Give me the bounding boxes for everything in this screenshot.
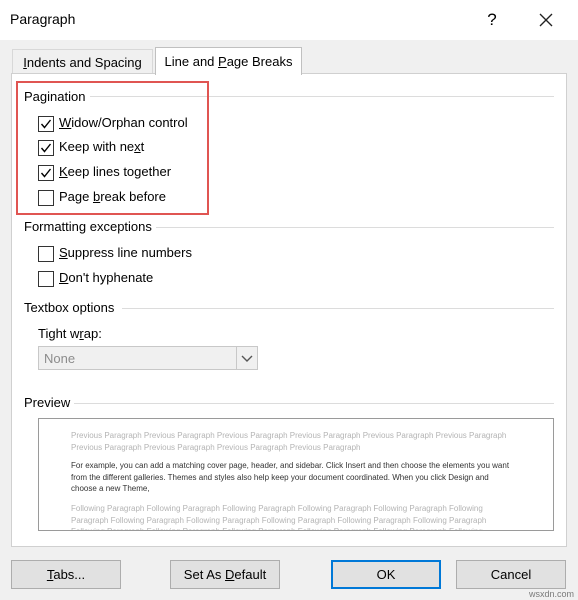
formatting-rule [156,227,554,228]
window-title: Paragraph [10,11,76,27]
label-part: ap: [83,326,102,341]
label-part: t [140,139,145,154]
checkbox-box [38,116,54,132]
checkmark-icon [40,168,52,178]
tab-line-accel: P [218,54,227,69]
checkbox-box [38,190,54,206]
checkbox-box [38,246,54,262]
button-label: abs... [53,567,86,582]
label-part: Keep with ne [59,139,135,154]
checkmark-icon [40,119,52,129]
formatting-exceptions-heading: Formatting exceptions [24,219,156,234]
label-part: on't hyphenate [68,270,154,285]
tabs-button[interactable]: Tabs... [11,560,121,589]
preview-rule [74,403,554,404]
help-button[interactable]: ? [478,6,506,34]
ok-button[interactable]: OK [331,560,441,589]
preview-sample-text: For example, you can add a matching cove… [71,461,510,493]
tab-line-label-a: Line and [164,54,219,69]
tab-line-and-page-breaks[interactable]: Line and Page Breaks [155,47,302,75]
preview-previous-paragraph: Previous Paragraph Previous Paragraph Pr… [71,431,507,452]
tight-wrap-value: None [44,351,76,366]
checkbox-label: Page break before [59,189,166,204]
checkbox-box [38,271,54,287]
label-part: idow/Orphan control [71,115,188,130]
tab-indents-and-spacing[interactable]: Indents and Spacing [12,49,153,74]
checkmark-icon [40,143,52,153]
button-label: efault [234,567,267,582]
label-part: uppress line numbers [67,245,192,260]
button-label: Set As [183,567,225,582]
textbox-options-heading: Textbox options [24,300,119,315]
preview-following-paragraph: Following Paragraph Following Paragraph … [71,504,487,530]
label-part: Tight w [38,326,80,341]
set-as-default-button[interactable]: Set As Default [170,560,280,589]
checkbox-label: Don't hyphenate [59,270,153,285]
label-accel: W [59,115,72,130]
checkbox-label: Keep lines together [59,164,171,179]
dropdown-button[interactable] [236,347,257,369]
checkbox-box [38,140,54,156]
label-accel: S [59,245,68,260]
checkbox-label: Suppress line numbers [59,245,192,260]
watermark: wsxdn.com [529,589,575,599]
button-accel: D [225,567,235,582]
label-accel: K [59,164,68,179]
close-icon [539,13,553,27]
tight-wrap-label: Tight wrap: [38,326,106,341]
label-part: Page [59,189,93,204]
cancel-button[interactable]: Cancel [456,560,566,589]
checkbox-label: Widow/Orphan control [59,115,188,130]
textbox-rule [122,308,554,309]
preview-box: Previous Paragraph Previous Paragraph Pr… [38,418,554,531]
tab-indents-label: ndents and Spacing [26,55,142,70]
checkbox-label: Keep with next [59,139,144,154]
label-part: eep lines together [67,164,172,179]
title-bar: Paragraph ? [0,0,578,40]
checkbox-box [38,165,54,181]
close-button[interactable] [532,6,560,34]
tight-wrap-dropdown[interactable]: None [38,346,258,370]
preview-heading: Preview [24,395,75,410]
label-part: reak before [100,189,166,204]
tab-line-label-b: age Breaks [226,54,293,69]
chevron-down-icon [241,355,253,362]
label-accel: D [59,270,69,285]
